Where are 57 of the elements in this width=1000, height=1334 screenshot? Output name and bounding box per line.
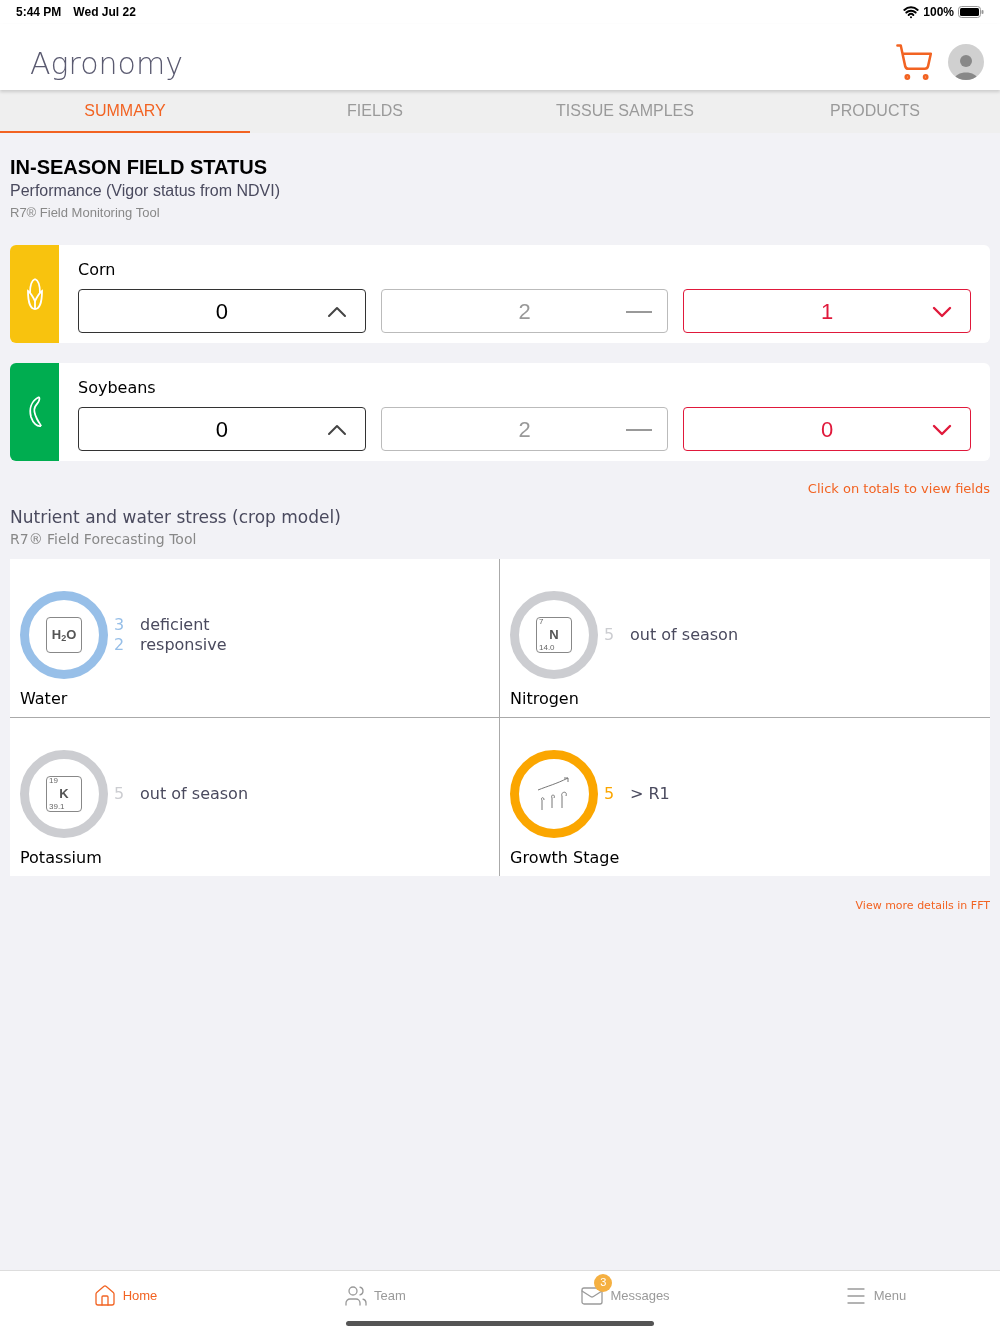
dash-icon [626,429,653,431]
total-button[interactable]: 2 [380,289,669,333]
tool-name: R7® Field Forecasting Tool [10,529,198,549]
unread-badge: 3 [594,1273,613,1292]
battery-icon [958,6,984,18]
cart-button[interactable] [894,42,934,82]
status-label: responsive [140,634,227,655]
nav-item[interactable]: Team [250,1271,500,1334]
atomic-number: 19 [49,776,58,785]
element-symbol: H$_{2}$O [51,625,77,645]
wifi-icon [903,4,920,20]
tool-name: R7® Field Monitoring Tool [10,204,161,222]
atomic-number: 7 [539,617,544,626]
count: 2 [114,634,126,655]
nav-item[interactable]: Menu [750,1271,1000,1334]
stress-name: Water [20,687,69,710]
people-icon [344,1283,369,1308]
hint-text: Click on totals to view fields [807,480,990,498]
total-button[interactable]: 0 [78,407,366,451]
element-symbol: N [549,625,559,644]
section-title: IN-SEASON FIELD STATUS [10,155,269,179]
stress-name: Nitrogen [510,687,580,710]
section-subtitle: Nutrient and water stress (crop model) [10,505,342,529]
cart-icon [894,42,934,82]
status-label: deficient [140,614,210,635]
status-time: 5:44 PM [16,4,62,21]
corn-icon [25,277,44,311]
battery-level: 100% [923,4,954,21]
stress-name: Growth Stage [510,846,621,869]
total-button[interactable]: 1 [683,289,971,333]
tab[interactable]: PRODUCTS [750,90,1000,133]
tab[interactable]: SUMMARY [0,90,250,133]
status-label: out of season [630,624,739,645]
count: 3 [114,614,126,635]
section-subtitle: Performance (Vigor status from NDVI) [10,181,281,201]
home-icon [92,1283,117,1308]
atomic-mass: 14.0 [539,643,555,652]
total-button[interactable]: 2 [380,407,669,451]
stress-name: Potassium [20,846,103,869]
status-label: out of season [140,783,249,804]
status-date: Wed Jul 22 [73,4,136,21]
crop-name: Corn [78,259,117,281]
total-button[interactable]: 0 [78,289,366,333]
details-link[interactable]: View more details in FFT [855,897,990,914]
tab[interactable]: TISSUE SAMPLES [500,90,750,133]
bean-pod-icon [26,395,43,429]
crop-name: Soybeans [78,377,157,399]
count: 5 [604,783,616,804]
element-symbol: K [59,784,69,803]
dash-icon [626,311,653,313]
atomic-mass: 39.1 [49,802,65,811]
tab[interactable]: FIELDS [250,90,500,133]
page-title: Agronomy [30,45,183,83]
profile-avatar[interactable] [948,44,984,80]
status-label: > R1 [630,783,670,804]
total-button[interactable]: 0 [683,407,971,451]
nav-item[interactable]: Home [0,1271,250,1334]
